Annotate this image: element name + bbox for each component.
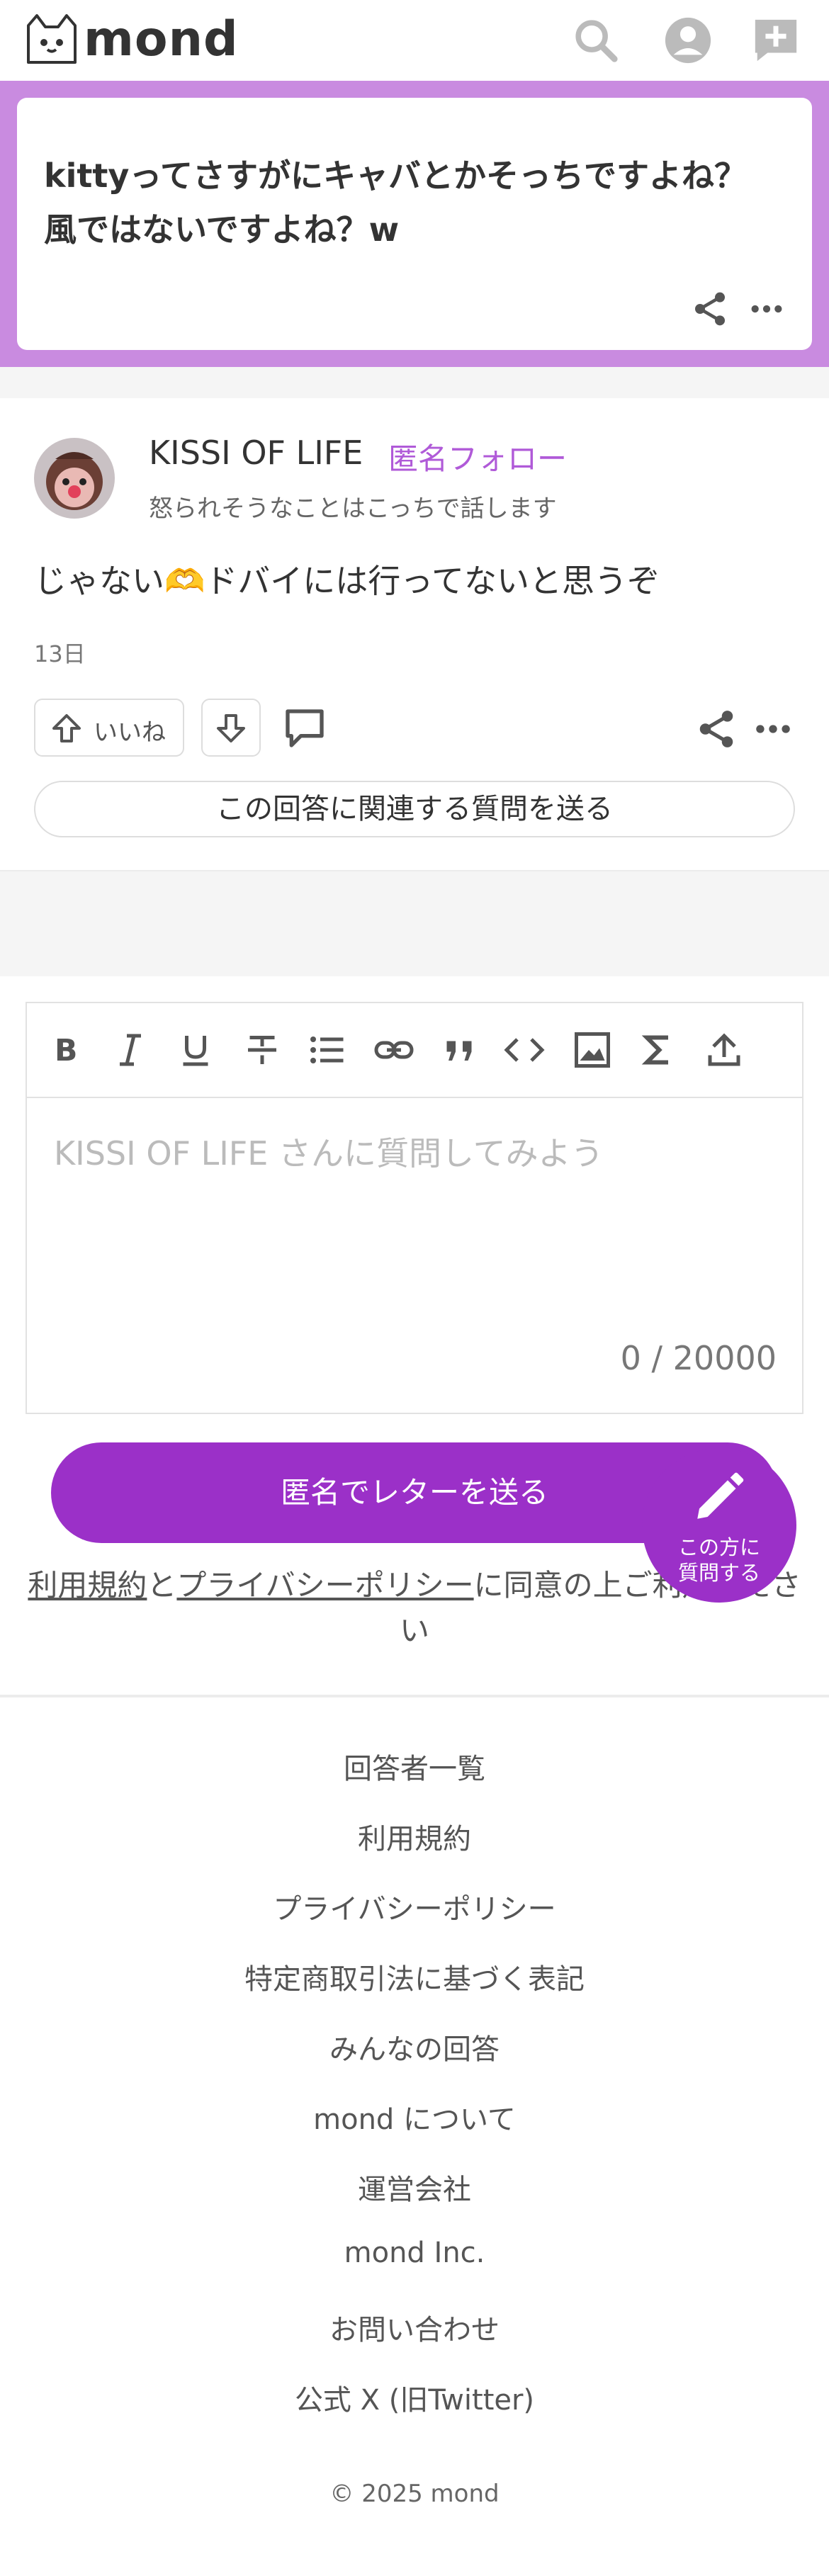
like-label: いいね <box>94 718 166 747</box>
section-divider <box>0 367 829 398</box>
question-section: kittyってさすがにキャバとかそっちですよね？ 風ではないですよね？w <box>0 81 829 367</box>
footer-link[interactable]: プライバシーポリシー <box>0 1886 829 1927</box>
terms-link[interactable]: 利用規約 <box>28 1568 147 1603</box>
footer-link[interactable]: 運営会社 <box>0 2167 829 2208</box>
footer-link[interactable]: 公式 X (旧Twitter) <box>0 2377 829 2418</box>
underline-icon[interactable] <box>174 1029 217 1071</box>
downvote-button[interactable] <box>201 699 261 757</box>
logo-text: mond <box>84 11 239 67</box>
answer-text: じゃない🫶ドバイには行ってないと思うぞ <box>34 562 660 600</box>
question-text: kittyってさすがにキャバとかそっちですよね？ 風ではないですよね？w <box>44 149 788 256</box>
question-card: kittyってさすがにキャバとかそっちですよね？ 風ではないですよね？w <box>17 98 812 350</box>
italic-icon[interactable] <box>109 1029 152 1071</box>
quote-icon[interactable] <box>438 1029 480 1071</box>
question-editor[interactable]: KISSI OF LIFE さんに質問してみよう 0 / 20000 <box>26 1097 803 1414</box>
top-header: mond <box>0 0 829 81</box>
related-question-button[interactable]: この回答に関連する質問を送る <box>34 781 795 837</box>
answer-date: 13日 <box>34 640 86 667</box>
agreement-and: と <box>147 1568 177 1603</box>
editor-toolbar: B <box>26 1002 803 1097</box>
code-icon[interactable] <box>503 1029 546 1071</box>
editor-placeholder: KISSI OF LIFE さんに質問してみよう <box>54 1134 604 1173</box>
footer-link[interactable]: お問い合わせ <box>0 2307 829 2348</box>
footer-link[interactable]: みんなの回答 <box>0 2026 829 2067</box>
footer-link[interactable]: 利用規約 <box>0 1816 829 1857</box>
strikethrough-icon[interactable] <box>241 1029 283 1071</box>
share-icon[interactable] <box>690 289 730 329</box>
arrow-down-icon <box>214 711 248 748</box>
fab-label: この方に <box>677 1535 760 1559</box>
character-counter: 0 / 20000 <box>620 1339 777 1377</box>
footer-link[interactable]: mond Inc. <box>0 2237 829 2269</box>
fab-label: 質問する <box>677 1561 760 1585</box>
ask-question-fab[interactable]: この方に 質問する <box>642 1448 796 1603</box>
account-icon[interactable] <box>663 16 713 65</box>
like-button[interactable]: いいね <box>34 699 184 757</box>
mond-logo[interactable]: mond <box>26 11 252 69</box>
more-icon[interactable] <box>747 289 786 329</box>
new-question-icon[interactable] <box>751 16 801 65</box>
answerer-name[interactable]: KISSI OF LIFE <box>149 434 363 472</box>
avatar[interactable] <box>34 438 115 519</box>
answerer-bio: 怒られそうなことはこっちで話します <box>149 495 557 523</box>
privacy-link[interactable]: プライバシーポリシー <box>176 1568 473 1603</box>
upload-icon[interactable] <box>703 1029 745 1071</box>
search-icon[interactable] <box>571 16 621 65</box>
section-divider <box>0 870 829 976</box>
more-icon[interactable] <box>751 707 795 751</box>
anonymous-follow-button[interactable]: 匿名フォロー <box>388 435 567 478</box>
footer-link[interactable]: mond について <box>0 2096 829 2137</box>
share-icon[interactable] <box>694 707 738 751</box>
comment-icon[interactable] <box>282 706 327 751</box>
footer-link[interactable]: 特定商取引法に基づく表記 <box>0 1956 829 1997</box>
bold-icon[interactable]: B <box>44 1029 86 1071</box>
copyright: © 2025 mond <box>329 2480 500 2508</box>
question-line: 風ではないですよね？w <box>44 210 400 249</box>
question-line: kittyってさすがにキャバとかそっちですよね？ <box>44 157 748 195</box>
arrow-up-icon <box>50 711 84 748</box>
svg-text:B: B <box>55 1034 77 1068</box>
footer-link[interactable]: 回答者一覧 <box>0 1746 829 1787</box>
link-icon[interactable] <box>373 1029 415 1071</box>
image-icon[interactable] <box>571 1029 614 1071</box>
sigma-icon[interactable] <box>636 1029 679 1071</box>
bullet-list-icon[interactable] <box>306 1029 349 1071</box>
footer-divider <box>0 1695 829 1697</box>
